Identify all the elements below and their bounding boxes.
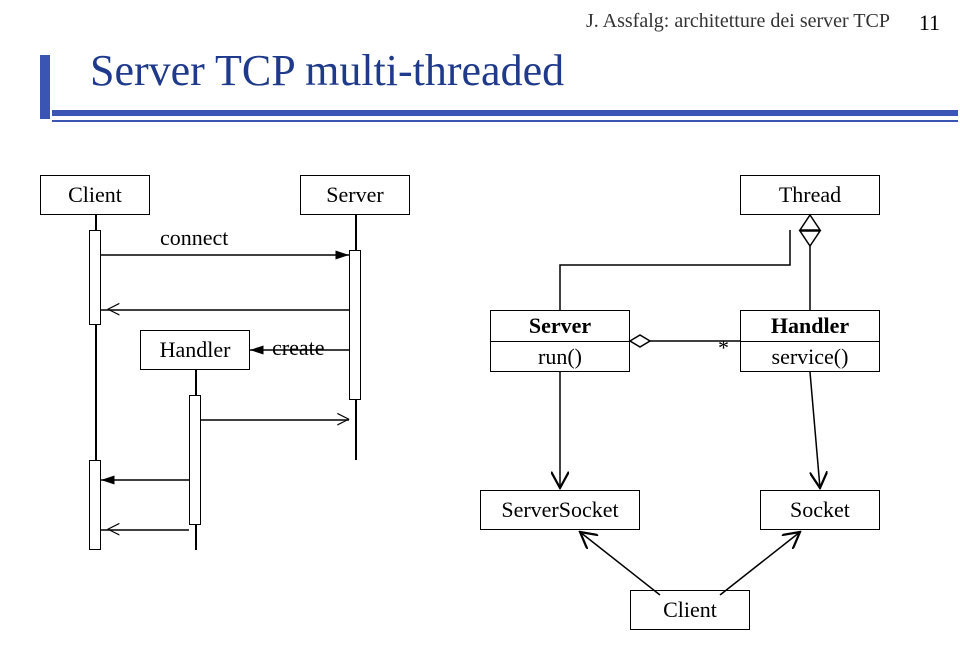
class-diagram-svg — [0, 0, 960, 650]
